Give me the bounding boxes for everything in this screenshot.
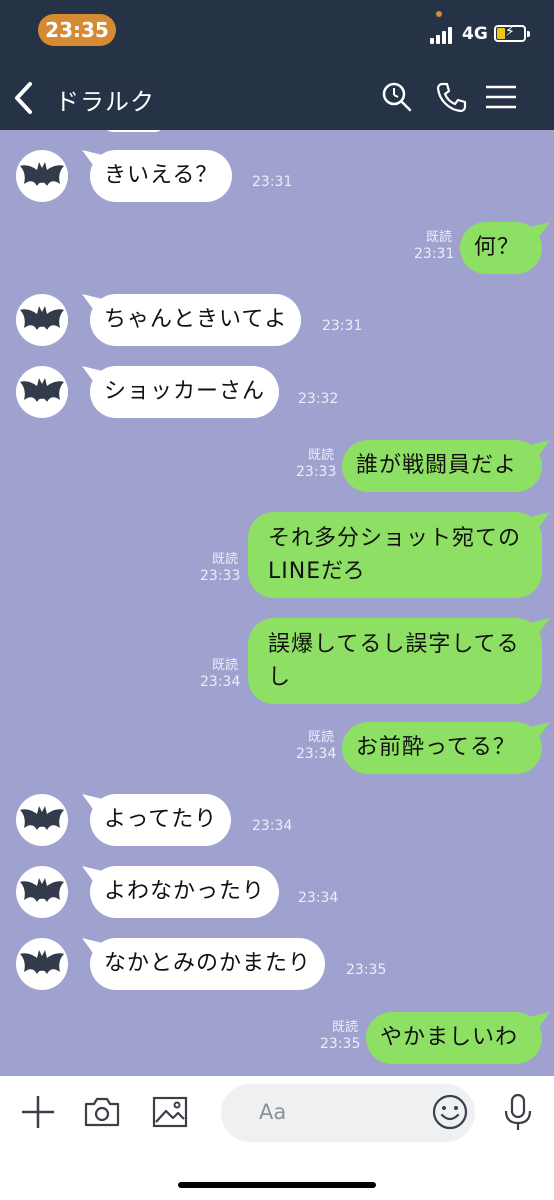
status-time: 23:35 (38, 14, 116, 46)
message-bubble[interactable]: なかとみのかまたり (90, 938, 326, 990)
avatar[interactable] (16, 294, 68, 346)
menu-icon[interactable] (484, 80, 518, 114)
bat-icon (20, 378, 64, 402)
message-time: 23:34 (296, 746, 337, 762)
message-time: 23:34 (200, 674, 241, 690)
chat-title: ドラルク (55, 88, 155, 116)
message-time: 23:34 (298, 890, 339, 906)
chat-header: 23:35 4G ⚡ ドラルク (0, 0, 554, 130)
search-icon[interactable] (380, 80, 414, 114)
avatar[interactable] (16, 366, 68, 418)
recording-dot-icon (436, 11, 442, 17)
message-input-bar: Aa (0, 1076, 554, 1200)
bat-icon (20, 162, 64, 186)
image-icon[interactable] (150, 1092, 190, 1132)
message-bubble[interactable]: きいえる？ (90, 150, 233, 202)
message-time: 23:35 (320, 1036, 361, 1052)
partial-message-bubble (104, 130, 164, 132)
read-receipt: 既読 (308, 448, 335, 463)
avatar[interactable] (16, 794, 68, 846)
message-time: 23:33 (296, 464, 337, 480)
network-label: 4G (462, 24, 488, 44)
message-bubble[interactable]: よってたり (90, 794, 232, 846)
message-time: 23:31 (414, 246, 455, 262)
plus-icon[interactable] (18, 1092, 58, 1132)
message-bubble[interactable]: お前酔ってる？ (342, 722, 542, 774)
avatar[interactable] (16, 150, 68, 202)
bat-icon (20, 806, 64, 830)
bat-icon (20, 950, 64, 974)
emoji-icon[interactable] (431, 1093, 469, 1131)
message-time: 23:31 (322, 318, 363, 334)
message-bubble[interactable]: ちゃんときいてよ (90, 294, 302, 346)
signal-icon (430, 26, 456, 44)
camera-icon[interactable] (82, 1092, 122, 1132)
message-time: 23:34 (252, 818, 293, 834)
avatar[interactable] (16, 866, 68, 918)
message-bubble[interactable]: 誰が戦闘員だよ (342, 440, 542, 492)
chat-area[interactable]: きいえる？ 23:31 既読 23:31 何？ ちゃんときいてよ 23:31 シ… (0, 130, 554, 1076)
bat-icon (20, 878, 64, 902)
message-time: 23:35 (346, 962, 387, 978)
message-bubble[interactable]: よわなかったり (90, 866, 280, 918)
read-receipt: 既読 (332, 1020, 359, 1035)
message-placeholder: Aa (259, 1100, 287, 1124)
back-icon[interactable] (10, 80, 40, 116)
home-indicator (178, 1182, 376, 1188)
avatar[interactable] (16, 938, 68, 990)
mic-icon[interactable] (500, 1092, 536, 1132)
message-bubble[interactable]: 何？ (460, 222, 542, 274)
battery-icon: ⚡ (494, 24, 526, 42)
bat-icon (20, 306, 64, 330)
message-time: 23:31 (252, 174, 293, 190)
read-receipt: 既読 (212, 658, 239, 673)
message-input[interactable]: Aa (221, 1084, 475, 1142)
phone-icon[interactable] (434, 80, 468, 114)
read-receipt: 既読 (426, 230, 453, 245)
message-time: 23:32 (298, 391, 339, 407)
message-bubble[interactable]: それ多分ショット宛てのLINEだろ (248, 512, 542, 598)
message-time: 23:33 (200, 568, 241, 584)
message-bubble[interactable]: ショッカーさん (90, 366, 280, 418)
read-receipt: 既読 (308, 730, 335, 745)
message-bubble[interactable]: やかましいわ (366, 1012, 542, 1064)
read-receipt: 既読 (212, 552, 239, 567)
message-bubble[interactable]: 誤爆してるし誤字してるし (248, 618, 542, 704)
